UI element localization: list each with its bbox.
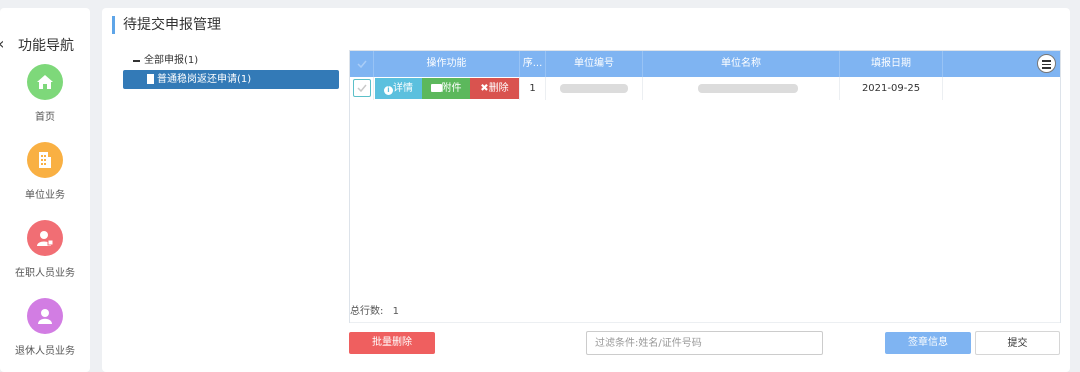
table-row[interactable]: i 详情 附件 ✖删除 1 2021-09-25 <box>350 77 1060 100</box>
attachment-label: 附件 <box>441 83 462 94</box>
details-label: 详情 <box>393 83 413 94</box>
nav-title: 功能导航 <box>18 38 74 54</box>
row-checkbox[interactable] <box>353 79 371 97</box>
row-select-cell <box>350 77 374 100</box>
tree-node-label: 全部申报(1) <box>144 55 199 66</box>
attachment-button[interactable]: 附件 <box>422 78 470 99</box>
search-input[interactable] <box>586 331 823 355</box>
submit-button[interactable]: 提交 <box>975 331 1060 355</box>
total-rows-label: 总行数: <box>350 306 384 317</box>
total-rows-value: 1 <box>392 306 399 317</box>
nav-item-unit-business[interactable]: 单位业务 <box>0 142 90 201</box>
left-navigation: ‹ 功能导航 首页 单位业务 在职人员业务 退休人员业务 <box>0 8 90 372</box>
home-icon <box>27 64 63 100</box>
person-icon <box>27 220 63 256</box>
collapse-icon[interactable]: ‹ <box>0 34 4 53</box>
folder-icon <box>430 84 442 92</box>
redacted-unit-name <box>698 84 798 93</box>
collapse-minus-icon[interactable] <box>133 60 140 62</box>
sign-info-button[interactable]: 签章信息 <box>885 332 971 354</box>
total-rows: 总行数: 1 <box>350 302 399 317</box>
nav-item-label: 退休人员业务 <box>15 346 75 357</box>
delete-label: 删除 <box>488 83 509 94</box>
tree-node-selected[interactable]: 普通稳岗返还申请(1) <box>123 70 339 89</box>
nav-item-label: 在职人员业务 <box>15 268 75 279</box>
person-icon <box>27 298 63 334</box>
main-panel: 待提交申报管理 全部申报(1) 普通稳岗返还申请(1) 操作功能 序... 单位… <box>102 8 1070 372</box>
row-unit-name <box>643 77 840 100</box>
tree-node-label: 普通稳岗返还申请(1) <box>157 74 252 85</box>
nav-item-label: 首页 <box>35 112 55 123</box>
nav-item-employed-business[interactable]: 在职人员业务 <box>0 220 90 279</box>
nav-item-label: 单位业务 <box>25 190 65 201</box>
declaration-grid: 操作功能 序... 单位编号 单位名称 填报日期 i 详情 附件 ✖删除 1 2… <box>349 50 1061 323</box>
nav-item-home[interactable]: 首页 <box>0 64 90 123</box>
header-select-all[interactable] <box>350 51 374 77</box>
row-date: 2021-09-25 <box>840 77 943 100</box>
batch-delete-button[interactable]: 批量删除 <box>349 332 435 354</box>
tree-node-all[interactable]: 全部申报(1) <box>123 53 339 69</box>
delete-button[interactable]: ✖删除 <box>470 78 519 99</box>
page-title: 待提交申报管理 <box>112 16 221 34</box>
column-header-date[interactable]: 填报日期 <box>840 51 943 77</box>
column-header-unit-code[interactable]: 单位编号 <box>546 51 643 77</box>
row-unit-code <box>546 77 643 100</box>
column-header-actions[interactable]: 操作功能 <box>374 51 520 77</box>
row-actions-cell: i 详情 附件 ✖删除 <box>374 77 520 100</box>
column-header-unit-name[interactable]: 单位名称 <box>643 51 840 77</box>
close-icon: ✖ <box>480 83 489 94</box>
grid-header: 操作功能 序... 单位编号 单位名称 填报日期 <box>350 51 1060 77</box>
row-seq: 1 <box>520 77 546 100</box>
details-button[interactable]: i 详情 <box>375 78 422 99</box>
nav-item-retired-business[interactable]: 退休人员业务 <box>0 298 90 357</box>
declaration-tree: 全部申报(1) 普通稳岗返还申请(1) <box>123 53 339 89</box>
document-icon <box>27 142 63 178</box>
column-header-seq[interactable]: 序... <box>520 51 546 77</box>
column-menu-icon[interactable] <box>1037 54 1056 73</box>
redacted-unit-code <box>560 84 628 93</box>
file-icon <box>147 74 154 84</box>
grid-footer-divider <box>350 322 1060 323</box>
info-icon: i <box>384 86 393 95</box>
